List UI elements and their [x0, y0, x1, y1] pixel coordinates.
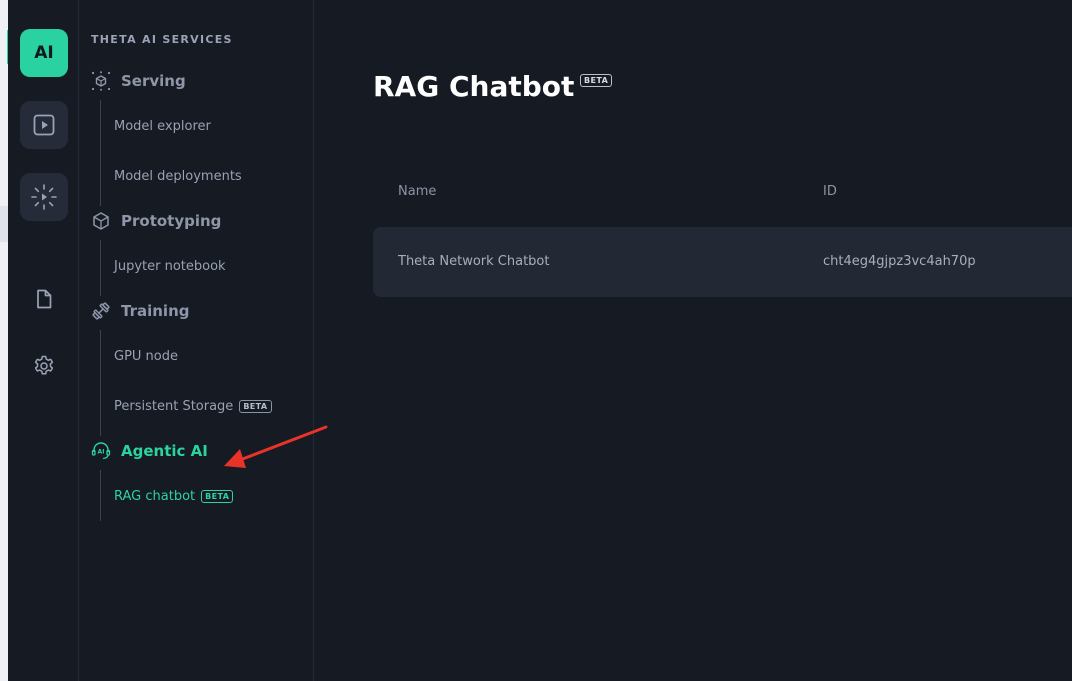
beta-badge: BETA	[201, 490, 234, 503]
services-sidebar: THETA AI SERVICES Serving Model explorer…	[79, 0, 314, 681]
edge-highlight-mark	[0, 206, 8, 242]
sidebar-section-prototyping[interactable]: Prototyping	[91, 209, 221, 233]
sidebar-item-label: Jupyter notebook	[114, 259, 226, 274]
sidebar-item-label: RAG chatbot	[114, 489, 196, 504]
sidebar-item-label: GPU node	[114, 349, 179, 364]
sidebar-section-label: Serving	[121, 72, 186, 90]
svg-text:AI: AI	[98, 449, 105, 456]
ai-services-button[interactable]: AI	[20, 29, 68, 77]
sidebar-section-label: Prototyping	[121, 212, 222, 230]
beta-badge: BETA	[239, 400, 272, 413]
column-header-id[interactable]: ID	[823, 184, 837, 199]
main-content: RAG Chatbot BETA Name ID Theta Network C…	[314, 0, 1072, 681]
sidebar-title: THETA AI SERVICES	[91, 33, 233, 46]
page-title: RAG Chatbot	[373, 70, 575, 103]
video-services-button[interactable]	[20, 101, 68, 149]
sidebar-item-label: Model explorer	[114, 119, 211, 134]
tree-line	[100, 240, 101, 296]
dumbbell-icon	[91, 301, 111, 321]
cube-icon	[91, 211, 111, 231]
row-name-cell: Theta Network Chatbot	[398, 254, 550, 269]
sidebar-section-label: Training	[121, 302, 190, 320]
sidebar-section-label: Agentic AI	[121, 442, 208, 460]
edge-services-button[interactable]	[20, 173, 68, 221]
column-header-name[interactable]: Name	[398, 184, 436, 199]
gear-icon	[34, 355, 54, 375]
video-play-icon	[33, 114, 55, 136]
sidebar-item-persistent-storage[interactable]: Persistent Storage BETA	[114, 399, 272, 414]
table-row[interactable]: Theta Network Chatbot cht4eg4gjpz3vc4ah7…	[373, 227, 1072, 297]
sidebar-item-model-explorer[interactable]: Model explorer	[114, 119, 211, 134]
row-id-cell: cht4eg4gjpz3vc4ah70p	[823, 254, 976, 269]
sidebar-section-agentic-ai[interactable]: AI Agentic AI	[91, 439, 208, 463]
sidebar-item-label: Model deployments	[114, 169, 242, 184]
tree-line	[100, 470, 101, 521]
ai-headset-icon: AI	[91, 441, 111, 461]
sidebar-item-rag-chatbot[interactable]: RAG chatbot BETA	[114, 489, 234, 504]
title-beta-badge: BETA	[580, 74, 613, 87]
sidebar-item-jupyter-notebook[interactable]: Jupyter notebook	[114, 259, 226, 274]
cube-network-icon	[91, 71, 111, 91]
sparkle-icon	[31, 184, 57, 210]
document-icon	[37, 289, 52, 309]
app-window: AI THETA AI SERVICES Serving Model explo…	[0, 0, 1072, 681]
tree-line	[100, 330, 101, 436]
tree-line	[100, 100, 101, 206]
ai-label: AI	[34, 43, 54, 63]
icon-rail: AI	[8, 0, 79, 681]
documents-button[interactable]	[28, 283, 60, 315]
sidebar-item-gpu-node[interactable]: GPU node	[114, 349, 178, 364]
settings-button[interactable]	[28, 350, 60, 382]
left-edge-strip	[0, 0, 8, 681]
sidebar-section-training[interactable]: Training	[91, 299, 189, 323]
sidebar-item-model-deployments[interactable]: Model deployments	[114, 169, 242, 184]
sidebar-section-serving[interactable]: Serving	[91, 69, 186, 93]
sidebar-item-label: Persistent Storage	[114, 399, 234, 414]
